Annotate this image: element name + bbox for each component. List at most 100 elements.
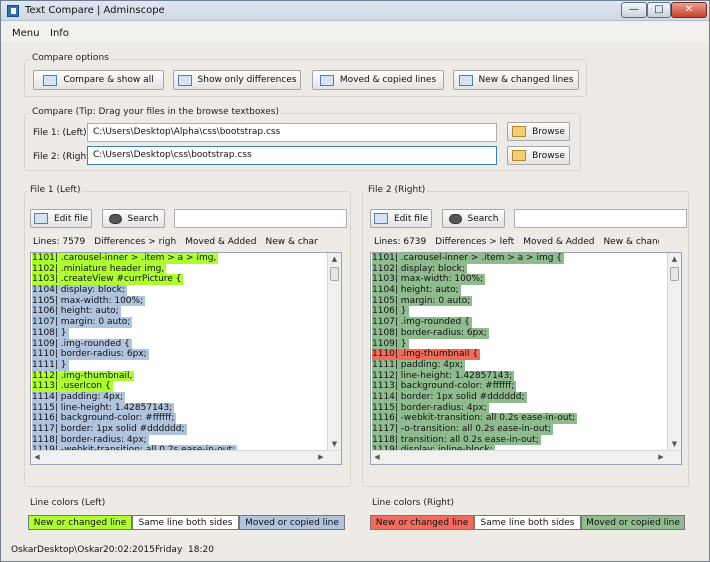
code-line[interactable]: 1101| .carousel-inner > .item > a > img, [31, 253, 341, 264]
moved-copied-lines-button[interactable]: Moved & copied lines [312, 70, 444, 90]
code-line-text: 1106| } [372, 306, 409, 318]
scroll-right-icon[interactable]: ▶ [315, 451, 327, 464]
code-line-text: 1113| .userIcon { [32, 381, 113, 392]
left-differences-count: Differences > righ [94, 237, 177, 247]
code-line[interactable]: 1116| -webkit-transition: all 0.2s ease-… [371, 413, 681, 425]
left-vertical-scrollbar[interactable]: ▲ ▼ [327, 253, 341, 450]
code-line[interactable]: 1112| line-height: 1.42857143; [371, 370, 681, 382]
file2-browse-label: Browse [532, 150, 565, 161]
code-line[interactable]: 1109| } [371, 338, 681, 350]
file1-path-input[interactable]: C:\Users\Desktop\Alpha\css\bootstrap.css [87, 123, 497, 142]
right-search-button[interactable]: Search [442, 209, 505, 228]
code-line-text: 1112| line-height: 1.42857143; [372, 370, 515, 382]
scroll-up-icon[interactable]: ▲ [328, 253, 341, 265]
code-line[interactable]: 1118| transition: all 0.2s ease-in-out; [371, 434, 681, 446]
menu-bar: Menu Info [1, 22, 709, 42]
code-line[interactable]: 1109| .img-rounded { [31, 338, 341, 350]
code-line[interactable]: 1117| -o-transition: all 0.2s ease-in-ou… [371, 424, 681, 435]
code-line-text: 1111| padding: 4px; [372, 359, 466, 371]
code-line-text: 1103| .createView #currPicture { [32, 274, 184, 286]
file1-browse-button[interactable]: Browse [507, 122, 570, 141]
code-line[interactable]: 1111| } [31, 359, 341, 371]
right-horizontal-scrollbar[interactable]: ◀ ▶ [371, 450, 681, 464]
scroll-right-icon[interactable]: ▶ [655, 451, 667, 464]
left-horizontal-scrollbar[interactable]: ◀ ▶ [31, 450, 341, 464]
code-line[interactable]: 1108| border-radius: 6px; [371, 327, 681, 339]
compare-files-title: Compare (Tip: Drag your files in the bro… [30, 107, 281, 117]
code-line[interactable]: 1114| padding: 4px; [31, 391, 341, 403]
close-button[interactable]: ✕ [671, 2, 707, 18]
code-line[interactable]: 1110| .img-thumbnail { [371, 349, 681, 360]
scroll-left-icon[interactable]: ◀ [371, 451, 383, 464]
code-line[interactable]: 1116| background-color: #ffffff; [31, 413, 341, 425]
scroll-down-icon[interactable]: ▼ [328, 438, 341, 450]
code-line[interactable]: 1105| max-width: 100%; [31, 295, 341, 307]
window-title: Text Compare | Adminscope [25, 5, 165, 16]
title-bar[interactable]: Text Compare | Adminscope — □ ✕ [1, 1, 709, 21]
maximize-icon: □ [654, 4, 664, 15]
right-code-view[interactable]: 1101| .carousel-inner > .item > a > img … [370, 252, 682, 465]
code-line[interactable]: 1106| height: auto; [31, 306, 341, 318]
scroll-left-icon[interactable]: ◀ [31, 451, 43, 464]
code-line[interactable]: 1117| border: 1px solid #dddddd; [31, 424, 341, 435]
left-stats: Lines: 7579 Differences > righ Moved & Add… [33, 237, 318, 247]
code-line-text: 1102| display: block; [372, 263, 467, 275]
code-line[interactable]: 1101| .carousel-inner > .item > a > img … [371, 253, 681, 264]
right-file-title: File 2 (Right) [366, 185, 428, 195]
code-line[interactable]: 1106| } [371, 306, 681, 318]
code-line[interactable]: 1113| .userIcon { [31, 381, 341, 392]
code-line[interactable]: 1103| .createView #currPicture { [31, 274, 341, 286]
scroll-up-icon[interactable]: ▲ [668, 253, 681, 265]
compare-icon [43, 74, 58, 86]
left-code-view[interactable]: 1101| .carousel-inner > .item > a > img,… [30, 252, 342, 465]
right-search-input[interactable] [514, 209, 687, 228]
left-search-input[interactable] [174, 209, 347, 228]
code-line[interactable]: 1114| border: 1px solid #dddddd; [371, 391, 681, 403]
moved-lines-icon [319, 74, 334, 86]
right-search-label: Search [467, 213, 499, 224]
right-scroll-thumb[interactable] [670, 267, 679, 281]
show-only-differences-button[interactable]: Show only differences [173, 70, 301, 90]
code-line[interactable]: 1112| .img-thumbnail, [31, 370, 341, 382]
menu-item-menu[interactable]: Menu [12, 28, 39, 39]
file2-browse-button[interactable]: Browse [507, 146, 570, 165]
minimize-button[interactable]: — [621, 2, 647, 18]
code-line[interactable]: 1102| display: block; [371, 263, 681, 275]
code-line[interactable]: 1107| .img-rounded { [371, 317, 681, 328]
code-line-text: 1108| } [32, 327, 69, 339]
menu-item-info[interactable]: Info [50, 28, 69, 39]
code-line[interactable]: 1113| background-color: #ffffff; [371, 381, 681, 392]
code-line[interactable]: 1115| line-height: 1.42857143; [31, 402, 341, 414]
scroll-down-icon[interactable]: ▼ [668, 438, 681, 450]
file2-label: File 2: (Right) [33, 152, 94, 162]
code-line-text: 1117| border: 1px solid #dddddd; [32, 424, 187, 435]
code-line[interactable]: 1110| border-radius: 6px; [31, 349, 341, 360]
code-line[interactable]: 1111| padding: 4px; [371, 359, 681, 371]
status-day: Friday [155, 545, 183, 555]
binoculars-icon [448, 213, 462, 224]
code-line[interactable]: 1118| border-radius: 4px; [31, 434, 341, 446]
left-new-changed-count: New & changed l [265, 237, 318, 247]
code-line[interactable]: 1108| } [31, 327, 341, 339]
right-edit-file-button[interactable]: Edit file [370, 209, 432, 228]
code-line[interactable]: 1105| margin: 0 auto; [371, 295, 681, 307]
code-line[interactable]: 1102| .miniature header img, [31, 263, 341, 275]
right-vertical-scrollbar[interactable]: ▲ ▼ [667, 253, 681, 450]
new-changed-lines-button[interactable]: New & changed lines [453, 70, 579, 90]
file1-label: File 1: (Left) [33, 128, 87, 138]
file2-path-input[interactable]: C:\Users\Desktop\css\bootstrap.css [87, 146, 497, 165]
code-line[interactable]: 1107| margin: 0 auto; [31, 317, 341, 328]
code-line[interactable]: 1104| height: auto; [371, 285, 681, 296]
code-line[interactable]: 1103| max-width: 100%; [371, 274, 681, 286]
code-line-text: 1101| .carousel-inner > .item > a > img, [32, 253, 219, 264]
left-scroll-thumb[interactable] [330, 267, 339, 281]
file1-browse-label: Browse [532, 126, 565, 137]
folder-icon [512, 150, 527, 161]
maximize-button[interactable]: □ [647, 2, 671, 18]
compare-show-all-button[interactable]: Compare & show all [33, 70, 164, 90]
left-edit-file-button[interactable]: Edit file [30, 209, 92, 228]
code-line[interactable]: 1115| border-radius: 4px; [371, 402, 681, 414]
code-line[interactable]: 1104| display: block; [31, 285, 341, 296]
left-search-button[interactable]: Search [102, 209, 165, 228]
folder-icon [512, 126, 527, 137]
